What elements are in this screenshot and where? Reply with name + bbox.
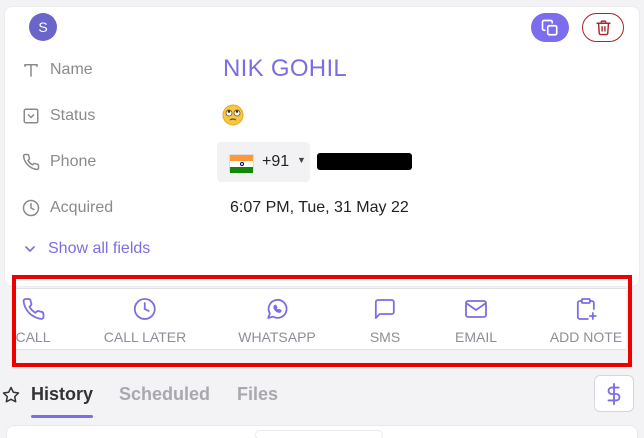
acquired-label: Acquired — [50, 199, 114, 216]
history-panel-pill — [255, 430, 383, 438]
delete-button[interactable] — [582, 13, 624, 42]
caret-down-icon: ▼ — [297, 155, 306, 165]
email-button[interactable]: EMAIL — [455, 297, 497, 345]
dropdown-icon — [21, 106, 41, 126]
sms-button[interactable]: SMS — [370, 297, 400, 345]
phone-number-redacted[interactable] — [317, 153, 412, 170]
face-with-rolling-eyes-emoji[interactable] — [222, 104, 244, 126]
trash-icon — [595, 20, 611, 36]
tab-scheduled[interactable]: Scheduled — [119, 384, 210, 405]
chevron-down-icon — [25, 246, 35, 252]
text-icon — [21, 60, 41, 80]
mail-icon — [465, 300, 487, 318]
payment-button[interactable] — [594, 375, 634, 412]
call-label: CALL — [15, 329, 51, 345]
action-bar: CALL CALL LATER WHATSAPP SMS EMAIL ADD N… — [14, 288, 626, 350]
whatsapp-label: WHATSAPP — [238, 329, 316, 345]
message-icon — [375, 299, 395, 319]
tab-files[interactable]: Files — [237, 384, 278, 405]
email-label: EMAIL — [454, 329, 498, 345]
avatar-letter: S — [38, 19, 48, 35]
status-label: Status — [50, 107, 96, 124]
add-note-button[interactable]: ADD NOTE — [550, 297, 622, 345]
dial-code: +91 — [262, 153, 290, 170]
clock-field-icon — [21, 198, 41, 218]
copy-icon — [541, 19, 558, 36]
india-flag-icon — [229, 154, 254, 173]
avatar[interactable]: S — [29, 13, 57, 41]
add-note-label: ADD NOTE — [549, 329, 623, 345]
clipboard-plus-icon — [577, 298, 597, 320]
sms-label: SMS — [369, 329, 401, 345]
phone-icon — [22, 298, 44, 320]
call-button[interactable]: CALL — [15, 297, 51, 345]
whatsapp-button[interactable]: WHATSAPP — [238, 297, 316, 345]
copy-button[interactable] — [531, 13, 569, 42]
contact-name[interactable]: NIK GOHIL — [223, 55, 347, 83]
call-later-label: CALL LATER — [103, 329, 187, 345]
phone-label: Phone — [50, 153, 97, 170]
name-label: Name — [50, 61, 93, 78]
country-code-select[interactable]: +91 ▼ — [217, 142, 310, 182]
tab-history[interactable]: History — [31, 384, 93, 405]
dollar-icon — [607, 382, 621, 405]
star-icon[interactable] — [2, 386, 20, 404]
active-tab-indicator — [31, 415, 93, 418]
clock-icon — [134, 298, 156, 320]
show-all-fields-label: Show all fields — [48, 240, 151, 257]
whatsapp-icon — [267, 298, 288, 319]
phone-field-icon — [21, 152, 41, 172]
acquired-value: 6:07 PM, Tue, 31 May 22 — [230, 199, 409, 216]
show-all-fields-link[interactable]: Show all fields — [22, 240, 150, 258]
call-later-button[interactable]: CALL LATER — [104, 297, 186, 345]
